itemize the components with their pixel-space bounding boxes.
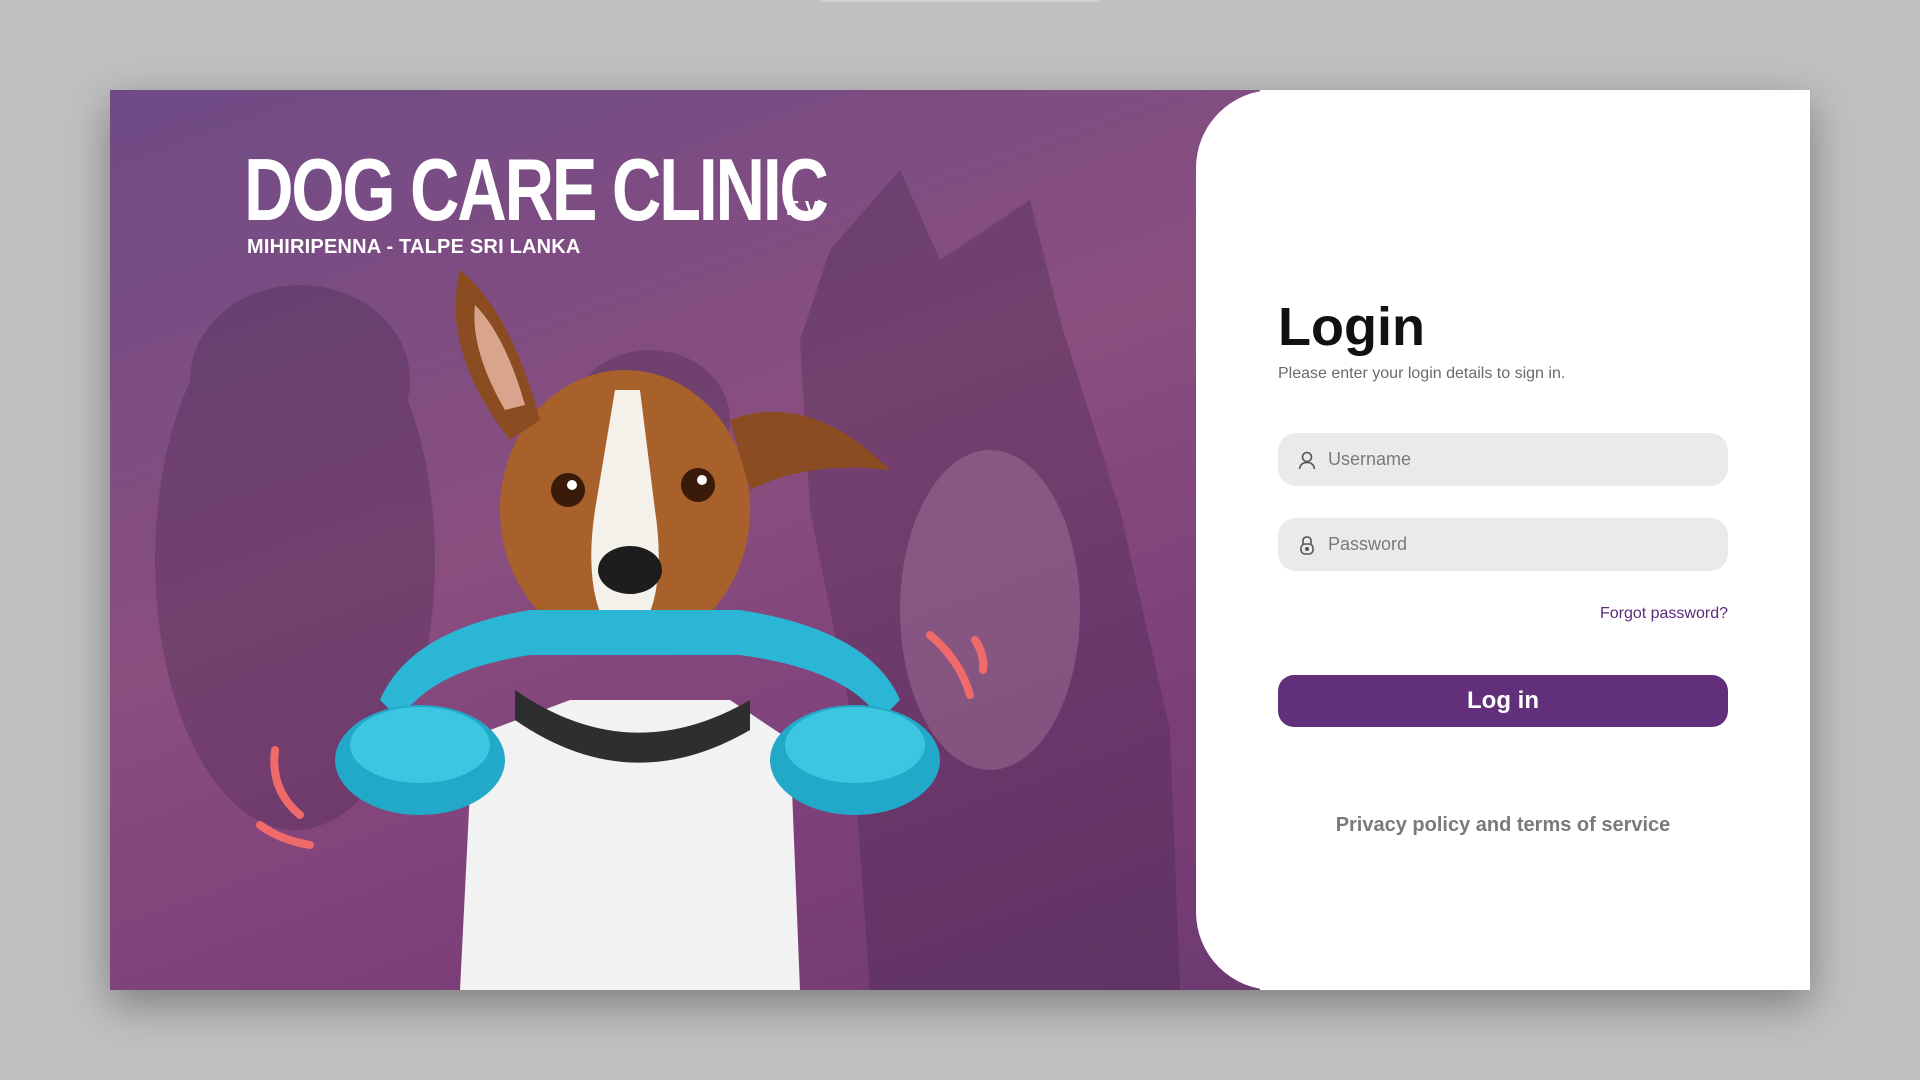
login-subtitle: Please enter your login details to sign … [1278, 365, 1566, 382]
brand-suffix: E.V. [786, 198, 822, 220]
password-field[interactable] [1278, 518, 1728, 571]
username-field[interactable] [1278, 433, 1728, 486]
top-edge-hint [820, 0, 1100, 2]
dog-nose [598, 546, 662, 594]
dog-eye-left [551, 473, 585, 507]
bg-dog-left-head [190, 285, 410, 475]
login-title: Login [1278, 297, 1425, 357]
user-icon [1296, 449, 1318, 471]
password-input[interactable] [1328, 534, 1708, 555]
brand-title: DOG CARE CLINIC [244, 140, 829, 239]
login-button[interactable]: Log in [1278, 675, 1728, 727]
dog-eye-right [681, 468, 715, 502]
bg-dog-right-chest [900, 450, 1080, 770]
brand-location: MIHIRIPENNA - TALPE SRI LANKA [247, 236, 581, 258]
login-card: DOG CARE CLINIC E.V. MIHIRIPENNA - TALPE… [110, 90, 1810, 990]
privacy-terms-link[interactable]: Privacy policy and terms of service [1278, 814, 1728, 837]
username-input[interactable] [1328, 449, 1708, 470]
lock-icon [1296, 534, 1318, 556]
hero-banner: DOG CARE CLINIC E.V. MIHIRIPENNA - TALPE… [110, 90, 1260, 990]
forgot-password-link[interactable]: Forgot password? [1526, 605, 1728, 623]
login-panel: Login Please enter your login details to… [1196, 90, 1810, 990]
